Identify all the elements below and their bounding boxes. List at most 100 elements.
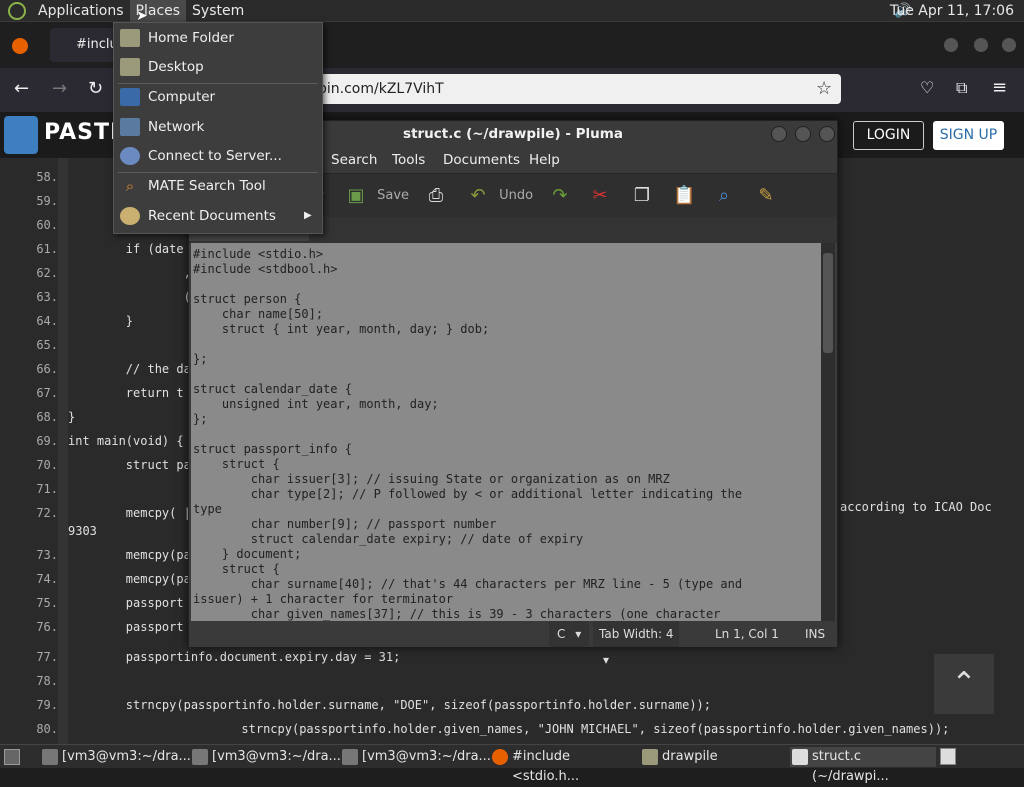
menu-item-desktop[interactable]: Desktop — [114, 53, 322, 81]
forward-arrow-icon[interactable]: → — [52, 78, 67, 99]
pluma-close-icon[interactable] — [819, 126, 835, 142]
code-line: if (date — [68, 242, 184, 256]
copy-icon: ❐ — [633, 184, 651, 206]
editor-line: char name[50]; — [193, 307, 324, 321]
window-close-icon[interactable] — [1002, 38, 1016, 52]
code-line: memcpy(pa — [68, 548, 191, 562]
browser-tab[interactable]: #inclu — [50, 28, 120, 62]
desktop-folder-icon — [120, 58, 140, 76]
bookmark-star-icon[interactable]: ☆ — [816, 78, 832, 99]
menu-tools[interactable]: Tools — [392, 147, 425, 173]
task-firefox[interactable]: #include <stdio.h... — [490, 747, 638, 784]
applications-menu[interactable]: Applications — [32, 0, 130, 22]
menu-item-computer[interactable]: Computer — [114, 83, 322, 111]
save-icon: ▣ — [347, 184, 365, 206]
tab-title: #inclu — [76, 37, 118, 52]
login-button[interactable]: LOGIN — [853, 121, 924, 150]
system-menu[interactable]: System — [186, 0, 250, 22]
code-line: // the da — [68, 362, 191, 376]
pluma-minimize-icon[interactable] — [771, 126, 787, 142]
find-button[interactable]: ⌕ — [713, 180, 735, 212]
task-label: struct.c (~/drawpi... — [812, 749, 889, 784]
language-selector[interactable]: C ▾ — [549, 621, 589, 647]
editor-line: } document; — [193, 547, 302, 561]
back-arrow-icon[interactable]: ← — [14, 78, 29, 99]
undo-icon: ↶ — [470, 184, 486, 206]
menu-documents[interactable]: Documents — [443, 147, 520, 173]
code-line: memcpy( | — [68, 506, 191, 520]
menu-item-network[interactable]: Network — [114, 113, 322, 141]
line-number: 66. — [36, 362, 58, 376]
window-maximize-icon[interactable] — [974, 38, 988, 52]
clock[interactable]: Tue Apr 11, 17:06 — [890, 0, 1014, 22]
language-label: C — [557, 627, 566, 641]
editor-line: #include <stdbool.h> — [193, 262, 338, 276]
menu-item-label: Desktop — [148, 59, 204, 75]
editor-scrollbar-thumb[interactable] — [823, 253, 833, 353]
editor-line: struct { — [193, 457, 280, 471]
code-line: } — [68, 410, 76, 424]
code-line: struct pa — [68, 458, 191, 472]
firefox-icon — [492, 749, 508, 765]
task-drawpile-folder[interactable]: drawpile — [640, 747, 788, 767]
redo-icon: ↷ — [552, 184, 568, 206]
task-terminal-1[interactable]: [vm3@vm3:~/dra... — [40, 747, 191, 767]
print-button[interactable]: ⎙ — [425, 180, 447, 212]
line-number: 72. — [36, 506, 58, 520]
line-number: 62. — [36, 266, 58, 280]
line-number: 60. — [36, 218, 58, 232]
text-editor[interactable]: #include <stdio.h> #include <stdbool.h> st… — [191, 243, 821, 621]
cut-button[interactable]: ✂ — [589, 180, 611, 212]
line-number: 79. — [36, 698, 58, 712]
pocket-icon[interactable]: ♡ — [920, 78, 934, 97]
code-line: passportinfo.document.expiry.day = 31; — [68, 650, 401, 664]
menu-item-home-folder[interactable]: Home Folder — [114, 24, 322, 52]
paste-button[interactable]: 📋 — [673, 180, 695, 212]
replace-button[interactable]: ✎ — [755, 180, 777, 212]
save-button[interactable]: ▣ Save — [345, 180, 409, 212]
text-editor-icon — [792, 749, 808, 765]
copy-button[interactable]: ❐ — [631, 180, 653, 212]
signup-button[interactable]: SIGN UP — [933, 121, 1004, 150]
editor-line: char number[9]; // passport number — [193, 517, 497, 531]
pluma-maximize-icon[interactable] — [795, 126, 811, 142]
window-minimize-icon[interactable] — [944, 38, 958, 52]
undo-button[interactable]: ↶ Undo — [467, 180, 533, 212]
show-desktop-icon[interactable] — [4, 749, 20, 765]
task-terminal-2[interactable]: [vm3@vm3:~/dra... — [190, 747, 341, 767]
menu-item-label: MATE Search Tool — [148, 178, 266, 194]
menu-item-recent-documents[interactable]: Recent Documents ▶ — [114, 202, 322, 230]
reload-icon[interactable]: ↻ — [88, 78, 103, 99]
line-number: 75. — [36, 596, 58, 610]
find-replace-icon: ✎ — [758, 184, 774, 206]
line-number: 70. — [36, 458, 58, 472]
extensions-icon[interactable]: ⧉ — [956, 78, 967, 98]
undo-label: Undo — [499, 188, 534, 203]
line-number: 74. — [36, 572, 58, 586]
line-number: 80. — [36, 722, 58, 736]
pastebin-logo-icon[interactable] — [4, 116, 38, 154]
tab-width-label: Tab Width: 4 — [599, 627, 674, 641]
menu-item-mate-search-tool[interactable]: ⌕ MATE Search Tool — [114, 172, 322, 200]
scroll-to-top-button[interactable]: ⌃ — [934, 654, 994, 714]
menu-help[interactable]: Help — [529, 147, 560, 173]
print-icon: ⎙ — [428, 184, 444, 206]
editor-line: struct passport_info { — [193, 442, 352, 456]
mate-logo-icon[interactable] — [8, 1, 26, 20]
menu-item-connect-to-server[interactable]: Connect to Server... — [114, 142, 322, 170]
firefox-icon[interactable] — [12, 38, 28, 54]
url-field[interactable]: bin.com/kZL7VihT — [300, 74, 841, 104]
folder-icon — [642, 749, 658, 765]
code-line: strncpy(passportinfo.holder.surname, "DO… — [68, 698, 711, 712]
redo-button[interactable]: ↷ — [549, 180, 571, 212]
tab-width-selector[interactable]: Tab Width: 4 ▾ — [593, 621, 679, 667]
task-pluma[interactable]: struct.c (~/drawpi... — [790, 747, 936, 784]
workspace-switcher[interactable] — [940, 748, 956, 765]
editor-line: struct { — [193, 562, 280, 576]
hamburger-menu-icon[interactable]: ≡ — [992, 77, 1007, 98]
menu-search[interactable]: Search — [331, 147, 377, 173]
task-terminal-3[interactable]: [vm3@vm3:~/dra... — [340, 747, 491, 767]
task-label: [vm3@vm3:~/dra... — [212, 749, 341, 764]
save-label: Save — [377, 188, 410, 203]
clipboard-icon: 📋 — [673, 184, 696, 206]
